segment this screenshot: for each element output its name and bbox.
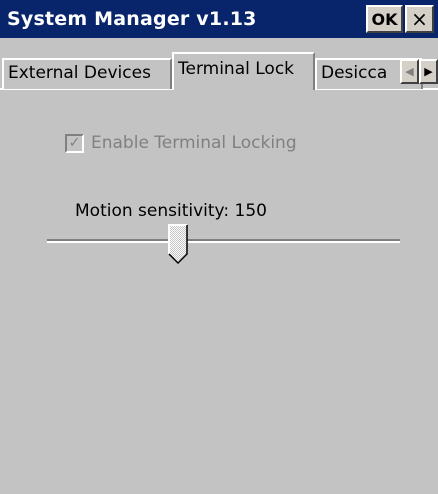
left-arrow-icon: ◀ xyxy=(405,65,414,78)
enable-terminal-locking-label: Enable Terminal Locking xyxy=(91,133,297,153)
tab-scroll-right-button[interactable]: ▶ xyxy=(419,59,438,84)
motion-sensitivity-slider-track[interactable] xyxy=(47,239,400,243)
active-tab-connector xyxy=(174,88,313,91)
motion-sensitivity-label: Motion sensitivity: 150 xyxy=(75,201,267,221)
enable-terminal-locking-checkbox[interactable]: ✓ xyxy=(65,133,84,153)
tab-scroll-left-button[interactable]: ◀ xyxy=(400,59,419,84)
title-bar: System Manager v1.13 OK × xyxy=(0,0,438,38)
close-button[interactable]: × xyxy=(405,5,434,33)
enable-terminal-locking-row[interactable]: ✓ Enable Terminal Locking xyxy=(65,131,297,155)
tab-external-devices[interactable]: External Devices xyxy=(2,58,172,89)
ok-button[interactable]: OK xyxy=(366,5,403,33)
motion-sensitivity-slider-thumb[interactable] xyxy=(168,224,188,264)
right-arrow-icon: ▶ xyxy=(424,65,433,78)
tab-terminal-lock[interactable]: Terminal Lock xyxy=(172,52,315,90)
window-title: System Manager v1.13 xyxy=(7,8,257,30)
check-icon: ✓ xyxy=(68,135,81,151)
